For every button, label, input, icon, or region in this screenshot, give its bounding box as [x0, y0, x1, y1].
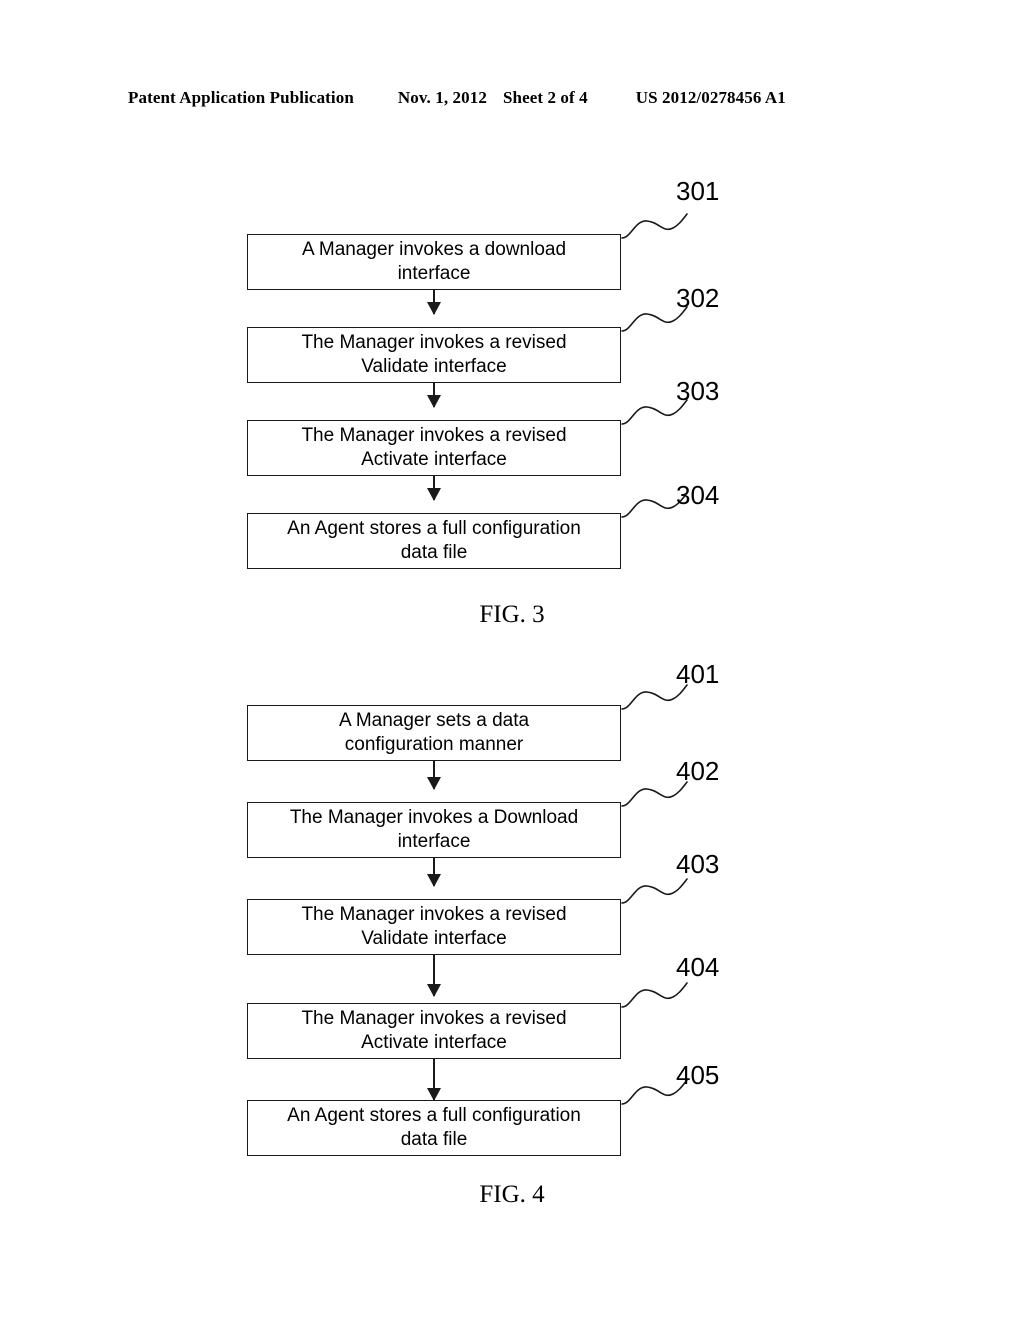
figure-3: A Manager invokes a download interface 3… [0, 160, 1024, 640]
process-box-301-text: A Manager invokes a download interface [252, 238, 616, 286]
process-box-404: The Manager invokes a revised Activate i… [247, 1003, 621, 1059]
process-box-304-line1: An Agent stores a full configuration [287, 518, 581, 539]
reference-number-303: 303 [676, 376, 720, 406]
process-box-304-line2: data file [400, 542, 468, 563]
process-box-301: A Manager invokes a download interface [247, 234, 621, 290]
process-box-304: An Agent stores a full configuration dat… [247, 513, 621, 569]
process-box-405-text: An Agent stores a full configuration dat… [252, 1104, 616, 1152]
figure-4-caption: FIG. 4 [479, 1181, 545, 1208]
leader-line-403 [621, 873, 691, 913]
reference-number-404: 404 [676, 952, 720, 982]
header-publication-label: Patent Application Publication [128, 88, 354, 107]
figure-4: A Manager sets a data configuration mann… [0, 648, 1024, 1218]
reference-number-403: 403 [676, 849, 720, 879]
connector-402-403 [433, 858, 435, 886]
process-box-302-line2: Validate interface [361, 356, 507, 377]
reference-number-301: 301 [676, 176, 720, 206]
process-box-405-line2: data file [400, 1129, 468, 1150]
reference-number-402: 402 [676, 756, 720, 786]
process-box-402: The Manager invokes a Download interface [247, 802, 621, 858]
process-box-302: The Manager invokes a revised Validate i… [247, 327, 621, 383]
connector-301-302 [433, 290, 435, 314]
connector-404-405 [433, 1059, 435, 1100]
process-box-402-line2: interface [397, 831, 471, 852]
connector-302-303 [433, 383, 435, 407]
process-box-401-line1: A Manager sets a data [338, 710, 530, 731]
process-box-405: An Agent stores a full configuration dat… [247, 1100, 621, 1156]
header-sheet-number: Sheet 2 of 4 [502, 88, 588, 107]
process-box-402-text: The Manager invokes a Download interface [252, 806, 616, 854]
process-box-303-line2: Activate interface [361, 449, 507, 470]
process-box-301-line1: A Manager invokes a download [301, 239, 567, 260]
leader-line-301 [621, 208, 691, 248]
process-box-304-text: An Agent stores a full configuration dat… [252, 517, 616, 565]
process-box-403-text: The Manager invokes a revised Validate i… [252, 903, 616, 951]
process-box-303-line1: The Manager invokes a revised [301, 425, 567, 446]
process-box-302-text: The Manager invokes a revised Validate i… [252, 331, 616, 379]
process-box-404-line1: The Manager invokes a revised [301, 1008, 567, 1029]
leader-line-404 [621, 977, 691, 1017]
reference-number-302: 302 [676, 283, 720, 313]
process-box-403-line1: The Manager invokes a revised [301, 904, 567, 925]
header-date: Nov. 1, 2012 [397, 88, 487, 107]
process-box-404-line2: Activate interface [361, 1032, 507, 1053]
page-header: Patent Application Publication Nov. 1, 2… [128, 88, 896, 112]
header-document-number: US 2012/0278456 A1 [635, 88, 786, 107]
process-box-401: A Manager sets a data configuration mann… [247, 705, 621, 761]
process-box-302-line1: The Manager invokes a revised [301, 332, 567, 353]
connector-403-404 [433, 955, 435, 996]
process-box-401-line2: configuration manner [344, 734, 524, 755]
process-box-303: The Manager invokes a revised Activate i… [247, 420, 621, 476]
connector-303-304 [433, 476, 435, 500]
flowchart-fig-4: A Manager sets a data configuration mann… [0, 648, 1024, 1168]
reference-number-405: 405 [676, 1060, 720, 1090]
process-box-404-text: The Manager invokes a revised Activate i… [252, 1007, 616, 1055]
figure-3-caption: FIG. 3 [479, 601, 545, 628]
process-box-403: The Manager invokes a revised Validate i… [247, 899, 621, 955]
process-box-402-line1: The Manager invokes a Download [289, 807, 579, 828]
reference-number-304: 304 [676, 480, 720, 510]
process-box-403-line2: Validate interface [361, 928, 507, 949]
process-box-401-text: A Manager sets a data configuration mann… [252, 709, 616, 757]
connector-401-402 [433, 761, 435, 789]
process-box-303-text: The Manager invokes a revised Activate i… [252, 424, 616, 472]
process-box-405-line1: An Agent stores a full configuration [287, 1105, 581, 1126]
reference-number-401: 401 [676, 659, 720, 689]
flowchart-fig-3: A Manager invokes a download interface 3… [0, 160, 1024, 590]
process-box-301-line2: interface [397, 263, 471, 284]
